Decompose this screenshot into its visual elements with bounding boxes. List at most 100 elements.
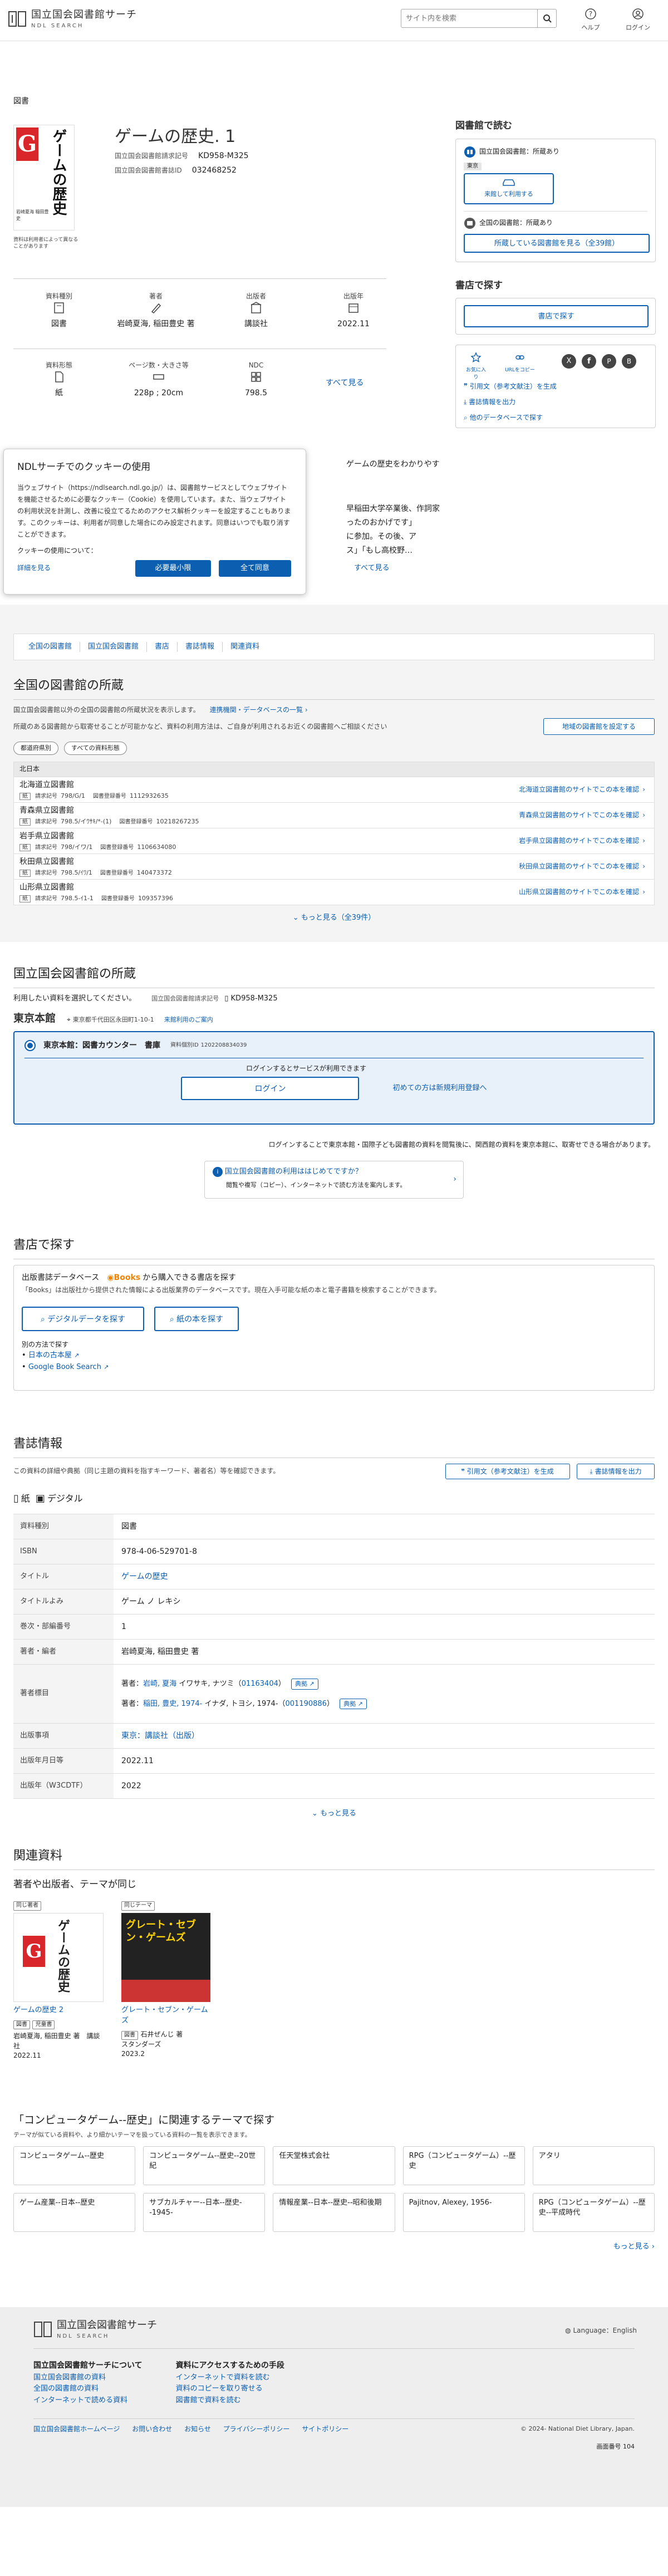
authority-button-1[interactable]: 典拠 ↗	[291, 1678, 318, 1690]
theme-card[interactable]: コンピュータゲーム--歴史	[13, 2146, 136, 2185]
visit-button[interactable]: 来館して利用する	[464, 173, 554, 204]
footer-news[interactable]: お知らせ	[184, 2425, 211, 2433]
biblio-key: 巻次・部編番号	[13, 1615, 114, 1639]
biblio-more-link[interactable]: ⌄ もっと見る	[312, 1809, 356, 1818]
site-logo[interactable]: 国立国会図書館サーチ NDL SEARCH	[8, 8, 137, 31]
biblio-key: ISBN	[13, 1539, 114, 1564]
author-link-1[interactable]: 岩崎, 夏海	[143, 1680, 176, 1688]
nav-ndl[interactable]: 国立国会図書館	[80, 641, 148, 652]
user-icon	[632, 8, 644, 19]
biblio-value: 岩崎夏海, 稲田豊史 著	[121, 1647, 199, 1656]
library-site-link[interactable]: 青森県立図書館のサイトでこの本を確認 ›	[519, 811, 645, 820]
other-db-link[interactable]: ⌕ 他のデータベースで探す	[464, 413, 543, 423]
footer-site-policy[interactable]: サイトポリシー	[302, 2425, 348, 2433]
nav-store[interactable]: 書店	[147, 641, 178, 652]
help-button[interactable]: ? ヘルプ	[577, 8, 605, 32]
see-all-props-link[interactable]: すべて見る	[326, 377, 364, 389]
summary-more-link[interactable]: すべて見る	[354, 563, 390, 574]
related-book-1[interactable]: 同じ著者 G ゲームの歴史 ゲームの歴史 2 図書 児童書 岩崎夏海, 稲田豊史…	[13, 1899, 104, 2111]
kosho-link[interactable]: 日本の古本屋	[28, 1351, 72, 1360]
theme-card[interactable]: RPG（コンピュータゲーム）--歴史--平成時代	[532, 2192, 655, 2232]
language-switch[interactable]: ◍ Language：English	[565, 2326, 637, 2335]
author-id-link-2[interactable]: 001190886	[286, 1700, 327, 1708]
facebook-share-icon[interactable]: f	[582, 354, 596, 369]
paper-badge: 紙	[19, 895, 31, 902]
favorite-button[interactable]: お気に入り	[464, 352, 488, 381]
all-libraries-button[interactable]: 所蔵している図書館を見る（全39館）	[464, 233, 650, 253]
libraries-more-link[interactable]: ⌄ もっと見る（全39件）	[293, 914, 376, 922]
cookie-dialog: NDLサーチでのクッキーの使用 当ウェブサイト（https://ndlsearc…	[3, 449, 306, 595]
prefecture-filter[interactable]: 都道府県別	[13, 742, 58, 755]
visit-guide-link[interactable]: 来館利用のご案内	[164, 1015, 213, 1024]
theme-more-link[interactable]: もっと見る ›	[613, 2243, 655, 2251]
shelf-number: 798/イワ/1	[61, 843, 93, 851]
search-input[interactable]	[401, 9, 537, 27]
theme-card[interactable]: ゲーム産業--日本--歴史	[13, 2192, 136, 2232]
copy-url-button[interactable]: URLをコピー	[503, 352, 537, 374]
authority-button-2[interactable]: 典拠 ↗	[340, 1698, 367, 1710]
footer-link-copy[interactable]: 資料のコピーを取り寄せる	[176, 2384, 263, 2393]
x-share-icon[interactable]: X	[562, 354, 576, 369]
counter-radio[interactable]	[24, 1039, 36, 1051]
hatena-share-icon[interactable]: B	[622, 354, 636, 369]
author-id-link-1[interactable]: 01163404	[242, 1680, 278, 1688]
search-button[interactable]	[537, 9, 556, 27]
biblio-cite-button[interactable]: ❞ 引用文（参考文献注）を生成	[445, 1463, 570, 1479]
help-label: ヘルプ	[581, 24, 600, 32]
library-row: 北海道立図書館紙請求記号 798/G/1 図書登録番号 1112932635 北海道立図…	[14, 776, 654, 802]
footer-link-read-lib[interactable]: 図書館で資料を読む	[176, 2396, 241, 2405]
library-site-link[interactable]: 山形県立図書館のサイトでこの本を確認 ›	[519, 887, 645, 897]
region-button[interactable]: 地域の図書館を設定する	[543, 718, 655, 735]
footer-ndl-home[interactable]: 国立国会図書館ホームページ	[33, 2425, 120, 2433]
footer-contact[interactable]: お問い合わせ	[132, 2425, 172, 2433]
related-book-2[interactable]: 同じテーマ グレート・セブン・ゲームズ グレート・セブン・ゲームズ 図書 石井ぜ…	[121, 1899, 210, 2111]
register-link[interactable]: 初めての方は新規利用登録へ	[392, 1083, 487, 1094]
theme-card[interactable]: 情報産業--日本--歴史--昭和後期	[273, 2192, 395, 2232]
theme-card[interactable]: Pajitnov, Alexey, 1956-	[402, 2192, 525, 2232]
footer-link-read-net[interactable]: インターネットで資料を読む	[176, 2373, 270, 2382]
footer-privacy[interactable]: プライバシーポリシー	[223, 2425, 290, 2433]
biblio-value: 2022	[121, 1781, 141, 1790]
related-title-2[interactable]: グレート・セブン・ゲームズ	[121, 2005, 210, 2027]
shop-button[interactable]: 書店で探す	[464, 305, 649, 328]
theme-card[interactable]: 任天堂株式会社	[273, 2146, 395, 2185]
first-time-box[interactable]: i 国立国会図書館の利用ははじめてですか？ 閲覧や複写（コピー）、インターネット…	[204, 1161, 464, 1199]
footer-link-libs[interactable]: 全国の図書館の資料	[33, 2384, 99, 2393]
cookie-accept-button[interactable]: 全て同意	[219, 560, 291, 577]
nav-all-libraries[interactable]: 全国の図書館	[21, 641, 81, 652]
chevron-right-icon: ›	[453, 1175, 456, 1184]
ndl-logo-icon	[8, 11, 26, 27]
footer-link-net[interactable]: インターネットで読める資料	[33, 2396, 127, 2405]
cite-link[interactable]: ❞ 引用文（参考文献注）を生成	[464, 382, 557, 392]
digital-search-button[interactable]: ⌕ デジタルデータを探す	[22, 1306, 144, 1331]
related-publisher-2: スタンダーズ	[121, 2040, 161, 2049]
login-button[interactable]: ログイン	[622, 8, 654, 32]
theme-card[interactable]: RPG（コンピュータゲーム）--歴史	[402, 2146, 525, 2185]
theme-card[interactable]: サブカルチャー--日本--歴史--1945-	[143, 2192, 266, 2232]
theme-card[interactable]: アタリ	[532, 2146, 655, 2185]
export-link[interactable]: ⤓ 書誌情報を出力	[464, 398, 515, 407]
library-site-link[interactable]: 北海道立図書館のサイトでこの本を確認 ›	[519, 785, 645, 794]
partners-link[interactable]: 連携機関・データベースの一覧	[210, 706, 303, 714]
footer-link-ndl[interactable]: 国立国会図書館の資料	[33, 2373, 106, 2382]
biblio-row: ISBN 978-4-06-529701-8	[13, 1539, 655, 1564]
google-books-link[interactable]: Google Book Search	[28, 1363, 101, 1371]
author-link-2[interactable]: 稲田, 豊史, 1974-	[143, 1700, 202, 1708]
related-title-1[interactable]: ゲームの歴史 2	[13, 2005, 102, 2016]
paper-search-button[interactable]: ⌕ 紙の本を探す	[154, 1306, 239, 1331]
theme-card[interactable]: コンピュータゲーム--歴史--20世紀	[143, 2146, 266, 2185]
ndl-login-button[interactable]: ログイン	[181, 1077, 360, 1101]
same-theme-tag: 同じテーマ	[121, 1901, 155, 1911]
material-filter[interactable]: すべての資料形態	[64, 742, 127, 755]
prop-form: 資料形態 紙	[45, 361, 72, 398]
nav-biblio[interactable]: 書誌情報	[178, 641, 223, 652]
nav-related[interactable]: 関連資料	[223, 642, 267, 652]
biblio-export-button[interactable]: ⤓ 書誌情報を出力	[577, 1463, 655, 1479]
pocket-share-icon[interactable]: P	[602, 354, 616, 369]
biblio-value[interactable]: ゲームの歴史	[114, 1571, 168, 1582]
biblio-value[interactable]: 東京：講談社（出版）	[114, 1730, 199, 1741]
library-site-link[interactable]: 岩手県立図書館のサイトでこの本を確認 ›	[519, 836, 645, 846]
cookie-essential-button[interactable]: 必要最小限	[135, 560, 211, 577]
library-site-link[interactable]: 秋田県立図書館のサイトでこの本を確認 ›	[519, 862, 645, 871]
cookie-detail-link[interactable]: 詳細を見る	[17, 563, 135, 573]
